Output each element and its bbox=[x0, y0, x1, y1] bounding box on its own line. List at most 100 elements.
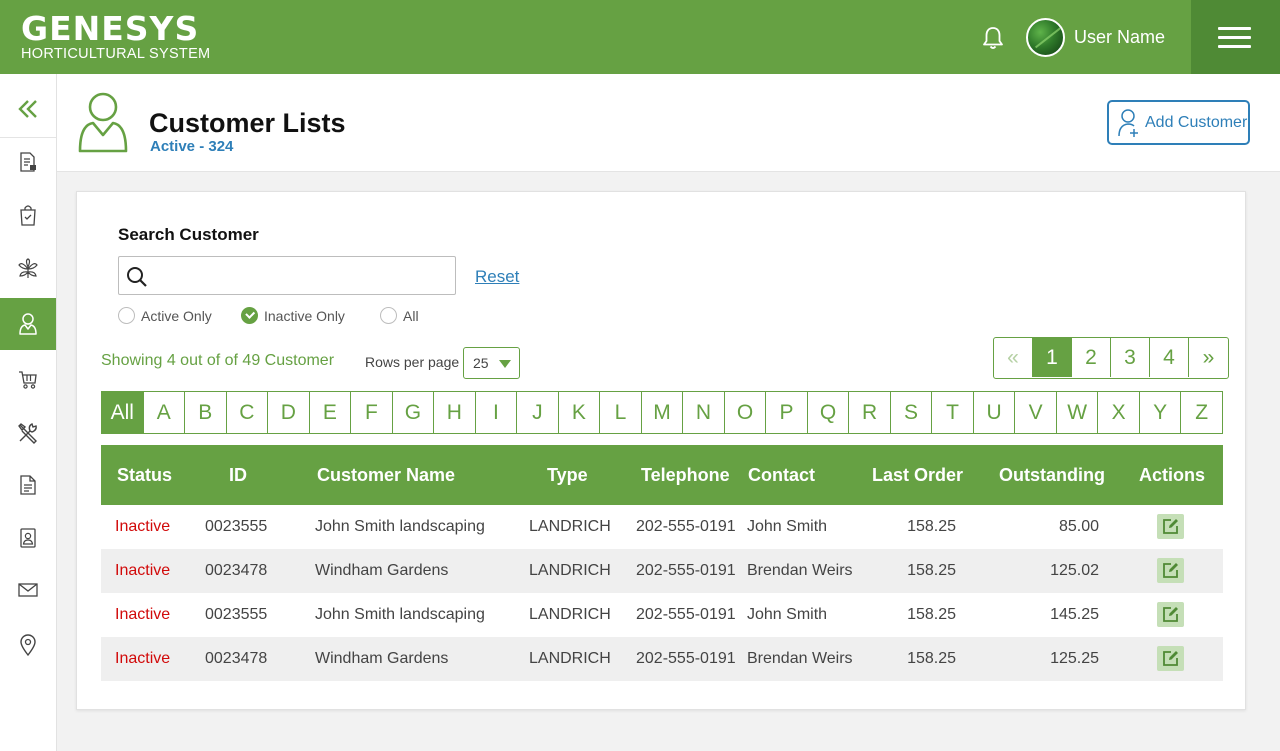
search-box[interactable] bbox=[118, 256, 456, 295]
reset-link[interactable]: Reset bbox=[475, 267, 519, 287]
alpha-filter-n[interactable]: N bbox=[683, 392, 725, 433]
alpha-filter-s[interactable]: S bbox=[891, 392, 933, 433]
cell-status: Inactive bbox=[115, 518, 171, 535]
alpha-filter-h[interactable]: H bbox=[434, 392, 476, 433]
alpha-filter-q[interactable]: Q bbox=[808, 392, 850, 433]
alpha-filter-w[interactable]: W bbox=[1057, 392, 1099, 433]
customer-header-icon bbox=[78, 92, 128, 153]
edit-button[interactable] bbox=[1157, 558, 1184, 583]
alpha-filter-e[interactable]: E bbox=[310, 392, 352, 433]
col-type[interactable]: Type bbox=[547, 465, 588, 486]
last-page-button[interactable]: » bbox=[1189, 338, 1228, 377]
page-title: Customer Lists bbox=[149, 108, 346, 138]
cell-outstanding: 125.02 bbox=[1050, 562, 1099, 579]
col-id[interactable]: ID bbox=[229, 465, 247, 486]
cell-last-order: 158.25 bbox=[907, 518, 956, 535]
col-contact[interactable]: Contact bbox=[748, 465, 815, 486]
alpha-filter-c[interactable]: C bbox=[227, 392, 269, 433]
alpha-filter-m[interactable]: M bbox=[642, 392, 684, 433]
col-telephone[interactable]: Telephone bbox=[641, 465, 730, 486]
alpha-filter-all[interactable]: All bbox=[102, 392, 144, 433]
col-customer-name[interactable]: Customer Name bbox=[317, 465, 455, 486]
alpha-filter-t[interactable]: T bbox=[932, 392, 974, 433]
col-outstanding[interactable]: Outstanding bbox=[999, 465, 1105, 486]
alpha-filter-j[interactable]: J bbox=[517, 392, 559, 433]
top-bar: GENESYS HORTICULTURAL SYSTEM User Name bbox=[0, 0, 1280, 74]
alpha-filter-x[interactable]: X bbox=[1098, 392, 1140, 433]
sidebar-item-contacts[interactable] bbox=[0, 512, 56, 564]
cell-type: LANDRICH bbox=[529, 650, 611, 667]
table-row[interactable]: Inactive 0023478 Windham Gardens LANDRICH 20… bbox=[101, 637, 1223, 681]
filter-inactive-only[interactable]: Inactive Only bbox=[241, 307, 345, 324]
edit-button[interactable] bbox=[1157, 514, 1184, 539]
alpha-filter-p[interactable]: P bbox=[766, 392, 808, 433]
contact-book-icon bbox=[20, 528, 36, 548]
table-row[interactable]: Inactive 0023555 John Smith landscaping LAN… bbox=[101, 593, 1223, 637]
alpha-filter-r[interactable]: R bbox=[849, 392, 891, 433]
page-button-4[interactable]: 4 bbox=[1150, 338, 1189, 377]
avatar[interactable] bbox=[1026, 18, 1065, 57]
active-count: Active - 324 bbox=[150, 138, 234, 155]
page-button-1[interactable]: 1 bbox=[1033, 338, 1072, 377]
add-user-icon bbox=[1118, 108, 1138, 137]
alpha-filter-o[interactable]: O bbox=[725, 392, 767, 433]
col-status[interactable]: Status bbox=[117, 465, 172, 486]
customer-icon bbox=[19, 313, 37, 335]
sidebar-item-tools[interactable] bbox=[0, 407, 56, 459]
sidebar-item-documents[interactable] bbox=[0, 136, 56, 188]
page-button-2[interactable]: 2 bbox=[1072, 338, 1111, 377]
cell-id: 0023555 bbox=[205, 518, 268, 535]
cell-outstanding: 125.25 bbox=[1050, 650, 1099, 667]
cell-type: LANDRICH bbox=[529, 606, 611, 623]
page-button-3[interactable]: 3 bbox=[1111, 338, 1150, 377]
filter-active-only[interactable]: Active Only bbox=[118, 307, 212, 324]
alpha-filter-b[interactable]: B bbox=[185, 392, 227, 433]
alpha-filter-y[interactable]: Y bbox=[1140, 392, 1182, 433]
table-row[interactable]: Inactive 0023555 John Smith landscaping LAN… bbox=[101, 505, 1223, 549]
first-page-button[interactable]: « bbox=[994, 338, 1033, 377]
radio-circle[interactable] bbox=[380, 307, 397, 324]
sidebar-collapse-button[interactable] bbox=[0, 80, 56, 138]
brand-name: GENESYS bbox=[21, 9, 200, 48]
radio-circle[interactable] bbox=[118, 307, 135, 324]
edit-button[interactable] bbox=[1157, 602, 1184, 627]
table-row[interactable]: Inactive 0023478 Windham Gardens LANDRICH 20… bbox=[101, 549, 1223, 593]
caret-down-icon bbox=[499, 360, 511, 368]
sidebar-item-locations[interactable] bbox=[0, 619, 56, 671]
rows-per-page-select[interactable]: 25 bbox=[463, 347, 520, 379]
brand-logo[interactable]: GENESYS HORTICULTURAL SYSTEM bbox=[21, 9, 210, 63]
alpha-filter-k[interactable]: K bbox=[559, 392, 601, 433]
alpha-filter-a[interactable]: A bbox=[144, 392, 186, 433]
add-customer-button[interactable]: Add Customer bbox=[1107, 100, 1250, 145]
alpha-filter-g[interactable]: G bbox=[393, 392, 435, 433]
user-name[interactable]: User Name bbox=[1074, 27, 1165, 48]
edit-button[interactable] bbox=[1157, 646, 1184, 671]
bell-icon[interactable] bbox=[980, 25, 1006, 51]
col-last-order[interactable]: Last Order bbox=[872, 465, 963, 486]
sidebar-item-plants[interactable] bbox=[0, 243, 56, 295]
collapse-double-chevron-icon bbox=[18, 99, 37, 118]
alpha-filter-l[interactable]: L bbox=[600, 392, 642, 433]
alpha-filter-z[interactable]: Z bbox=[1181, 392, 1222, 433]
sidebar-item-files[interactable] bbox=[0, 459, 56, 511]
alpha-filter-v[interactable]: V bbox=[1015, 392, 1057, 433]
sidebar-item-orders[interactable] bbox=[0, 189, 56, 241]
hamburger-icon bbox=[1218, 27, 1251, 30]
alpha-filter-i[interactable]: I bbox=[476, 392, 518, 433]
document-icon bbox=[20, 152, 36, 172]
edit-icon bbox=[1163, 519, 1178, 534]
cell-type: LANDRICH bbox=[529, 562, 611, 579]
sidebar-item-mail[interactable] bbox=[0, 564, 56, 616]
sidebar-item-cart[interactable] bbox=[0, 353, 56, 405]
alpha-filter-f[interactable]: F bbox=[351, 392, 393, 433]
alpha-filter-d[interactable]: D bbox=[268, 392, 310, 433]
cell-type: LANDRICH bbox=[529, 518, 611, 535]
alpha-filter-u[interactable]: U bbox=[974, 392, 1016, 433]
filter-all[interactable]: All bbox=[380, 307, 419, 324]
search-input[interactable] bbox=[155, 261, 445, 289]
hamburger-menu-button[interactable] bbox=[1191, 0, 1280, 74]
radio-circle-checked[interactable] bbox=[241, 307, 258, 324]
rows-per-page-value: 25 bbox=[473, 355, 489, 371]
cell-id: 0023555 bbox=[205, 606, 268, 623]
sidebar-item-customers[interactable] bbox=[0, 298, 56, 350]
